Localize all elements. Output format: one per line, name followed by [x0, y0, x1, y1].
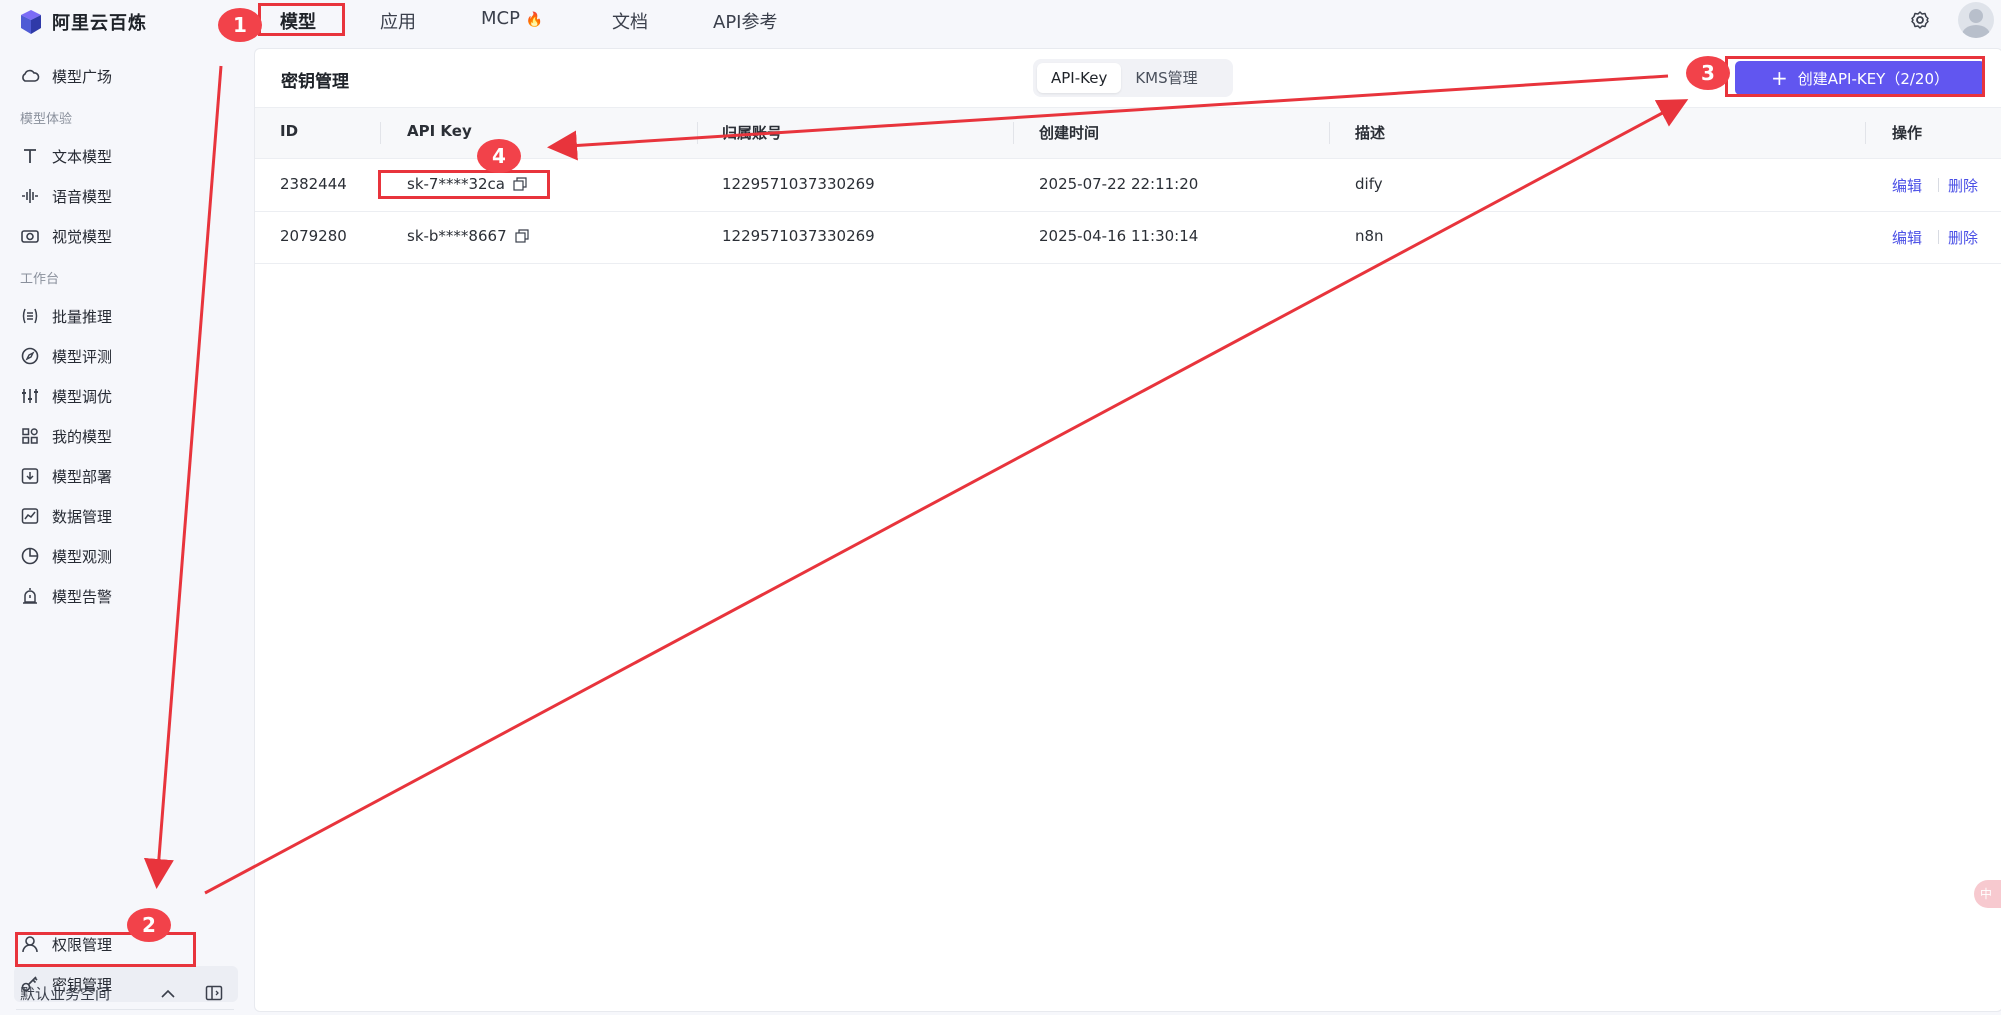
nav-mcp-label: MCP: [481, 8, 520, 29]
sidebar-item-label: 模型部署: [52, 467, 113, 486]
sidebar-item-model-tuning[interactable]: 模型调优: [20, 378, 232, 414]
key-type-tabs: API-Key KMS管理: [1033, 59, 1233, 97]
workspace-name: 默认业务空间: [20, 985, 111, 1003]
sidebar: 模型广场 模型体验 文本模型 语音模型 视觉模型 工作台 批量推理 模型评测 模…: [0, 46, 252, 1015]
nav-docs[interactable]: 文档: [612, 8, 648, 34]
pie-chart-icon: [20, 546, 40, 566]
sidebar-divider: [16, 1009, 234, 1010]
grid-apps-icon: [20, 426, 40, 446]
cell-created-time: 2025-04-16 11:30:14: [1039, 227, 1199, 245]
sidebar-item-label: 文本模型: [52, 147, 113, 166]
sidebar-item-label: 模型告警: [52, 587, 113, 606]
sidebar-item-my-models[interactable]: 我的模型: [20, 418, 232, 454]
column-separator: [1013, 122, 1014, 144]
delete-link[interactable]: 删除: [1948, 227, 1978, 248]
tab-api-key[interactable]: API-Key: [1037, 63, 1122, 93]
cell-description: dify: [1355, 175, 1383, 193]
sidebar-group-workbench: 工作台: [20, 272, 60, 287]
column-separator: [1865, 122, 1866, 144]
annotation-box-model-nav: [258, 3, 345, 36]
column-separator: [1329, 122, 1330, 144]
sidebar-item-model-eval[interactable]: 模型评测: [20, 338, 232, 374]
column-separator: [697, 122, 698, 144]
column-header-api-key: API Key: [407, 122, 472, 140]
compass-icon: [20, 346, 40, 366]
annotation-box-create-button: [1725, 56, 1985, 97]
page-title: 密钥管理: [281, 72, 349, 92]
edit-link[interactable]: 编辑: [1892, 227, 1922, 248]
avatar-head-shape: [1969, 9, 1983, 23]
sidebar-item-label: 模型调优: [52, 387, 113, 406]
collapse-sidebar-icon[interactable]: [205, 985, 223, 1001]
sidebar-item-data-management[interactable]: 数据管理: [20, 498, 232, 534]
nav-mcp[interactable]: MCP 🔥: [481, 8, 543, 29]
column-header-account: 归属账号: [722, 124, 783, 142]
sidebar-item-model-alert[interactable]: 模型告警: [20, 578, 232, 614]
sidebar-group-experience: 模型体验: [20, 112, 73, 127]
sidebar-item-text-model[interactable]: 文本模型: [20, 138, 232, 174]
floating-language-tab[interactable]: 中: [1974, 880, 2001, 908]
delete-link[interactable]: 删除: [1948, 175, 1978, 196]
sidebar-item-label: 批量推理: [52, 307, 113, 326]
annotation-badge-1: 1: [218, 8, 262, 42]
cell-id: 2382444: [280, 175, 347, 193]
cell-id: 2079280: [280, 227, 347, 245]
cell-account: 1229571037330269: [722, 175, 875, 193]
fire-icon: 🔥: [525, 12, 544, 28]
sidebar-item-model-observe[interactable]: 模型观测: [20, 538, 232, 574]
tab-kms-management[interactable]: KMS管理: [1121, 63, 1211, 93]
annotation-badge-4: 4: [477, 139, 521, 173]
sidebar-item-label: 模型评测: [52, 347, 113, 366]
user-avatar[interactable]: [1958, 2, 1994, 38]
action-separator: [1938, 178, 1939, 192]
column-header-id: ID: [280, 122, 299, 140]
table-row: 2079280 sk-b****8667 1229571037330269 20…: [255, 211, 2001, 264]
camera-icon: [20, 226, 40, 246]
batch-list-icon: [20, 306, 40, 326]
bailian-logo-icon: [18, 9, 44, 35]
sidebar-item-label: 我的模型: [52, 427, 113, 446]
api-key-masked: sk-b****8667: [407, 227, 507, 245]
action-separator: [1938, 230, 1939, 244]
settings-icon[interactable]: [1910, 10, 1930, 30]
nav-app[interactable]: 应用: [380, 8, 416, 34]
text-t-icon: [20, 146, 40, 166]
app-logo[interactable]: 阿里云百炼: [18, 7, 147, 37]
copy-icon[interactable]: [515, 229, 529, 243]
sidebar-item-voice-model[interactable]: 语音模型: [20, 178, 232, 214]
sidebar-item-label: 语音模型: [52, 187, 113, 206]
edit-link[interactable]: 编辑: [1892, 175, 1922, 196]
workspace-selector[interactable]: 默认业务空间: [20, 983, 110, 1004]
waveform-icon: [20, 186, 40, 206]
line-chart-icon: [20, 506, 40, 526]
annotation-badge-3: 3: [1686, 56, 1730, 90]
column-header-actions: 操作: [1892, 124, 1923, 142]
column-header-description: 描述: [1355, 124, 1386, 142]
deploy-download-icon: [20, 466, 40, 486]
sidebar-item-batch-inference[interactable]: 批量推理: [20, 298, 232, 334]
annotation-badge-2: 2: [127, 908, 171, 942]
sidebar-item-vision-model[interactable]: 视觉模型: [20, 218, 232, 254]
cell-description: n8n: [1355, 227, 1384, 245]
cell-account: 1229571037330269: [722, 227, 875, 245]
sliders-icon: [20, 386, 40, 406]
nav-api-reference[interactable]: API参考: [713, 8, 777, 34]
sidebar-item-model-deploy[interactable]: 模型部署: [20, 458, 232, 494]
cell-created-time: 2025-07-22 22:11:20: [1039, 175, 1199, 193]
cell-api-key: sk-b****8667: [407, 227, 529, 245]
sidebar-item-label: 模型观测: [52, 547, 113, 566]
annotation-box-key-management: [15, 932, 196, 967]
app-name: 阿里云百炼: [52, 13, 147, 34]
cloud-icon: [20, 66, 40, 86]
sidebar-item-label: 模型广场: [52, 67, 113, 86]
column-separator: [380, 122, 381, 144]
sidebar-item-label: 视觉模型: [52, 227, 113, 246]
annotation-box-api-key: [378, 170, 550, 199]
sidebar-item-label: 数据管理: [52, 507, 113, 526]
sidebar-item-model-plaza[interactable]: 模型广场: [20, 58, 232, 94]
avatar-body-shape: [1962, 25, 1990, 38]
chevron-up-icon[interactable]: [160, 986, 176, 1000]
column-header-created-time: 创建时间: [1039, 124, 1100, 142]
alarm-icon: [20, 586, 40, 606]
